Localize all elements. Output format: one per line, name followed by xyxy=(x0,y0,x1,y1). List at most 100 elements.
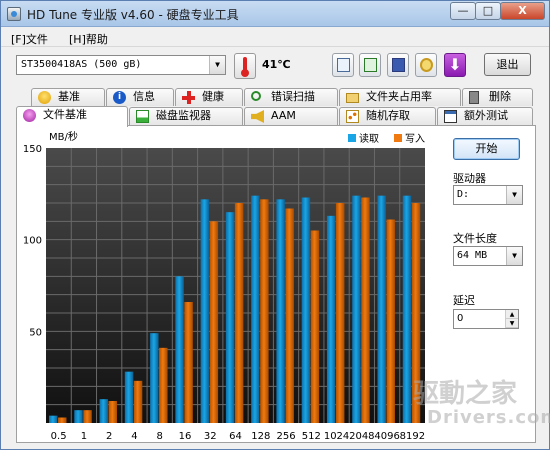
x-tick-label: 0.5 xyxy=(51,431,67,442)
x-tick-label: 4 xyxy=(131,431,137,442)
y-tick-label: 150 xyxy=(23,144,42,155)
file-length-label: 文件长度 xyxy=(453,232,497,245)
file-length-select[interactable]: 64 MB ▼ xyxy=(453,246,523,266)
lightbulb-icon xyxy=(38,91,51,104)
chevron-down-icon[interactable]: ▼ xyxy=(506,186,522,204)
bar-read xyxy=(200,199,210,423)
menu-bar: [F]文件 [H]帮助 xyxy=(1,28,549,47)
bar-write xyxy=(234,203,244,423)
options-button[interactable] xyxy=(415,53,437,77)
copy-text-button[interactable] xyxy=(332,53,354,77)
drive-letter-value: D: xyxy=(457,189,470,200)
tab-aam[interactable]: AAM xyxy=(244,107,338,125)
x-tick-label: 4096 xyxy=(374,431,399,442)
chevron-down-icon[interactable]: ▼ xyxy=(209,56,225,74)
y-tick-label: 50 xyxy=(29,327,42,338)
close-button[interactable]: X xyxy=(500,2,545,20)
bar-read xyxy=(402,195,412,423)
watermark-site: Drivers.com xyxy=(427,407,550,428)
chart-icon xyxy=(136,110,149,123)
x-tick-label: 1 xyxy=(81,431,87,442)
drive-select[interactable]: ST3500418AS (500 gB) ▼ xyxy=(16,55,226,75)
bar-read xyxy=(124,371,134,423)
tab-info[interactable]: i 信息 xyxy=(106,88,174,106)
trash-icon xyxy=(469,91,479,104)
spin-up-icon[interactable]: ▲ xyxy=(506,310,518,319)
copy-icon xyxy=(337,58,350,72)
delay-label: 延迟 xyxy=(453,294,475,307)
save-button[interactable] xyxy=(387,53,409,77)
copy-screenshot-button[interactable] xyxy=(359,53,381,77)
minimize-button[interactable]: — xyxy=(450,2,476,20)
thermometer-icon xyxy=(234,53,256,79)
maximize-button[interactable]: □ xyxy=(475,2,501,20)
tab-erase[interactable]: 删除 xyxy=(462,88,533,106)
bar-read xyxy=(352,195,361,423)
bar-read xyxy=(49,415,58,423)
folder-icon xyxy=(346,93,359,103)
tab-folder-usage[interactable]: 文件夹占用率 xyxy=(339,88,461,106)
tab-error-scan[interactable]: 错误扫描 xyxy=(244,88,338,106)
x-tick-label: 64 xyxy=(229,431,242,442)
speaker-icon xyxy=(251,110,264,123)
tab-extra-tests[interactable]: 额外测试 xyxy=(437,107,533,125)
exit-button[interactable]: 退出 xyxy=(484,53,531,76)
app-icon xyxy=(7,7,21,21)
bar-write xyxy=(108,401,118,423)
bar-write xyxy=(83,410,92,423)
tab-file-benchmark[interactable]: 文件基准 xyxy=(16,106,128,127)
watermark: 驱動之家 Drivers.com xyxy=(413,373,550,443)
bar-write xyxy=(260,199,269,423)
bar-write xyxy=(285,208,294,423)
delay-value: 0 xyxy=(457,313,464,324)
x-tick-label: 16 xyxy=(179,431,192,442)
drive-select-value: ST3500418AS (500 gB) xyxy=(21,59,142,70)
floppy-disk-icon xyxy=(392,58,405,72)
x-tick-label: 1024 xyxy=(324,431,349,442)
bar-write xyxy=(209,221,219,423)
legend-swatch-read xyxy=(348,134,356,142)
start-button[interactable]: 开始 xyxy=(453,138,520,160)
bar-read xyxy=(276,199,285,423)
tab-benchmark[interactable]: 基准 xyxy=(31,88,105,106)
legend-swatch-write xyxy=(394,134,402,142)
delay-spinner[interactable]: 0 ▲ ▼ xyxy=(453,309,519,329)
bar-write xyxy=(159,347,168,423)
x-tick-label: 32 xyxy=(204,431,217,442)
menu-help[interactable]: [H]帮助 xyxy=(69,31,108,47)
bar-write xyxy=(361,197,370,423)
download-button[interactable]: ⬇ xyxy=(444,53,466,77)
clipboard-icon xyxy=(364,58,377,72)
drive-letter-select[interactable]: D: ▼ xyxy=(453,185,523,205)
x-tick-label: 2048 xyxy=(349,431,374,442)
bar-read xyxy=(377,195,386,423)
toolbar: ST3500418AS (500 gB) ▼ 41℃ ⬇ 退出 xyxy=(1,48,549,84)
legend-label-write: 写入 xyxy=(405,133,425,145)
x-tick-label: 8 xyxy=(157,431,163,442)
lightbulb-icon xyxy=(23,109,36,122)
menu-file[interactable]: [F]文件 xyxy=(11,31,48,47)
bar-read xyxy=(99,399,109,423)
app-window: HD Tune 专业版 v4.60 - 硬盘专业工具 — □ X [F]文件 [… xyxy=(0,0,550,450)
tab-disk-monitor[interactable]: 磁盘监视器 xyxy=(129,107,243,125)
magnifier-icon xyxy=(251,91,261,101)
health-cross-icon xyxy=(182,91,195,104)
spin-down-icon[interactable]: ▼ xyxy=(506,319,518,328)
bar-read xyxy=(225,212,235,423)
temperature-readout: 41℃ xyxy=(262,58,291,71)
window-icon xyxy=(444,110,457,123)
bar-write xyxy=(133,380,143,423)
x-tick-label: 512 xyxy=(302,431,321,442)
title-bar[interactable]: HD Tune 专业版 v4.60 - 硬盘专业工具 — □ X xyxy=(1,1,549,27)
legend-label-read: 读取 xyxy=(359,132,379,145)
bar-read xyxy=(175,276,184,423)
chevron-down-icon[interactable]: ▼ xyxy=(506,247,522,265)
bar-read xyxy=(301,197,311,423)
spin-buttons[interactable]: ▲ ▼ xyxy=(505,310,518,328)
window-title: HD Tune 专业版 v4.60 - 硬盘专业工具 xyxy=(27,8,239,22)
tab-health[interactable]: 健康 xyxy=(175,88,243,106)
bar-read xyxy=(74,410,83,423)
x-tick-label: 256 xyxy=(276,431,295,442)
bar-write xyxy=(58,417,67,423)
tab-random-access[interactable]: 随机存取 xyxy=(339,107,436,125)
